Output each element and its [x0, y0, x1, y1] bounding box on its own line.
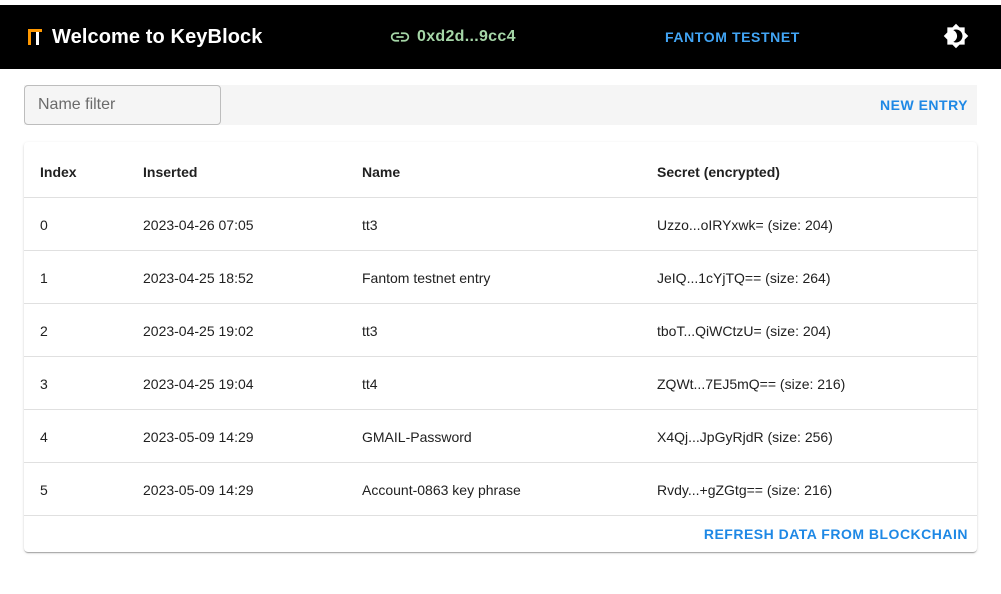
table-row[interactable]: 4 2023-05-09 14:29 GMAIL-Password X4Qj..… [24, 410, 977, 463]
network-label: FANTOM TESTNET [665, 29, 800, 45]
brightness-icon [943, 23, 969, 54]
table-row[interactable]: 1 2023-04-25 18:52 Fantom testnet entry … [24, 251, 977, 304]
table-footer: REFRESH DATA FROM BLOCKCHAIN [24, 516, 977, 552]
cell-secret: JeIQ...1cYjTQ== (size: 264) [657, 269, 831, 286]
cell-name: tt4 [362, 375, 378, 392]
column-header-name[interactable]: Name [362, 145, 400, 198]
account-address[interactable]: 0xd2d...9cc4 [389, 5, 516, 69]
cell-secret: Uzzo...oIRYxwk= (size: 204) [657, 216, 833, 233]
theme-toggle-button[interactable] [941, 23, 971, 53]
cell-name: tt3 [362, 216, 378, 233]
refresh-from-blockchain-button[interactable]: REFRESH DATA FROM BLOCKCHAIN [704, 516, 968, 552]
column-header-secret[interactable]: Secret (encrypted) [657, 145, 780, 198]
cell-index: 5 [40, 481, 48, 498]
cell-inserted: 2023-04-25 19:04 [143, 375, 254, 392]
cell-inserted: 2023-04-26 07:05 [143, 216, 254, 233]
table-row[interactable]: 0 2023-04-26 07:05 tt3 Uzzo...oIRYxwk= (… [24, 198, 977, 251]
table-row[interactable]: 5 2023-05-09 14:29 Account-0863 key phra… [24, 463, 977, 516]
cell-inserted: 2023-04-25 18:52 [143, 269, 254, 286]
cell-index: 3 [40, 375, 48, 392]
cell-index: 4 [40, 428, 48, 445]
cell-secret: tboT...QiWCtzU= (size: 204) [657, 322, 831, 339]
column-header-index[interactable]: Index [40, 145, 77, 198]
column-header-inserted[interactable]: Inserted [143, 145, 197, 198]
account-address-text: 0xd2d...9cc4 [417, 28, 516, 45]
cell-index: 0 [40, 216, 48, 233]
app-title: Welcome to KeyBlock [52, 25, 263, 48]
cell-name: Fantom testnet entry [362, 269, 491, 286]
cell-name: tt3 [362, 322, 378, 339]
cell-secret: X4Qj...JpGyRjdR (size: 256) [657, 428, 833, 445]
toolbar: NEW ENTRY [24, 85, 977, 125]
entries-table: Index Inserted Name Secret (encrypted) 0… [24, 142, 977, 552]
cell-inserted: 2023-05-09 14:29 [143, 428, 254, 445]
app-bar: Welcome to KeyBlock 0xd2d...9cc4 FANTOM … [0, 5, 1001, 69]
cell-index: 1 [40, 269, 48, 286]
table-row[interactable]: 3 2023-04-25 19:04 tt4 ZQWt...7EJ5mQ== (… [24, 357, 977, 410]
name-filter-input[interactable] [24, 85, 221, 125]
cell-index: 2 [40, 322, 48, 339]
table-header-row: Index Inserted Name Secret (encrypted) [24, 145, 977, 198]
cell-name: GMAIL-Password [362, 428, 472, 445]
brand: Welcome to KeyBlock [26, 5, 262, 69]
link-icon [389, 26, 411, 48]
cell-secret: Rvdy...+gZGtg== (size: 216) [657, 481, 833, 498]
new-entry-button[interactable]: NEW ENTRY [880, 85, 968, 125]
table-row[interactable]: 2 2023-04-25 19:02 tt3 tboT...QiWCtzU= (… [24, 304, 977, 357]
cell-inserted: 2023-05-09 14:29 [143, 481, 254, 498]
cell-inserted: 2023-04-25 19:02 [143, 322, 254, 339]
cell-secret: ZQWt...7EJ5mQ== (size: 216) [657, 375, 846, 392]
keyblock-logo-icon [26, 28, 44, 46]
cell-name: Account-0863 key phrase [362, 481, 521, 498]
